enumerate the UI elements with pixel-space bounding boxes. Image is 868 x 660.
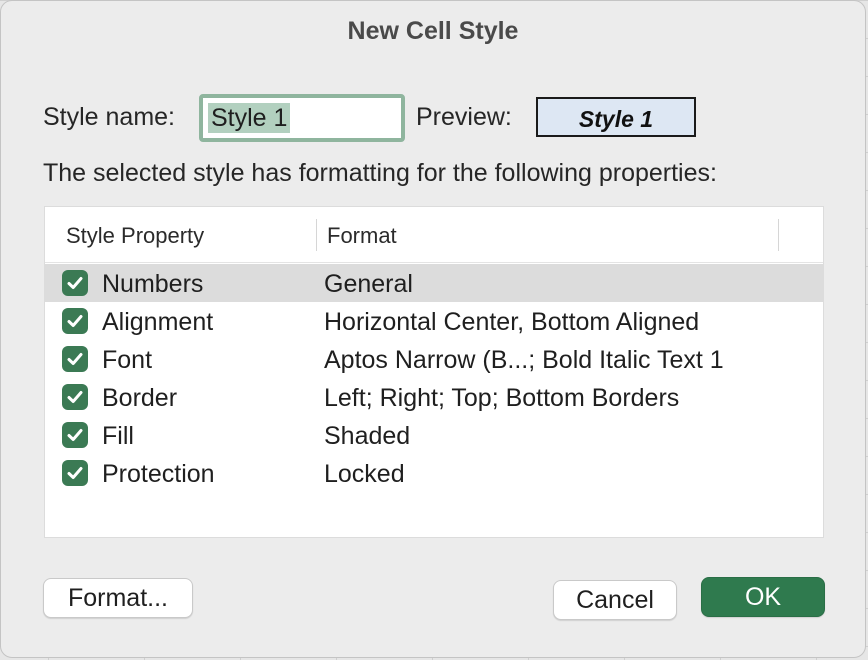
new-cell-style-dialog: New Cell Style Style name: Style 1 Previ… <box>0 0 866 658</box>
property-name: Numbers <box>102 270 204 298</box>
property-name: Font <box>102 346 153 374</box>
checkmark-icon <box>67 315 83 327</box>
property-name: Fill <box>102 422 134 450</box>
property-format: Locked <box>324 460 405 488</box>
style-name-value: Style 1 <box>208 103 291 133</box>
property-checkbox[interactable] <box>62 422 88 448</box>
style-name-input[interactable]: Style 1 <box>199 94 405 142</box>
property-checkbox[interactable] <box>62 308 88 334</box>
property-name: Protection <box>102 460 215 488</box>
style-preview-box: Style 1 <box>536 97 696 137</box>
property-format: Horizontal Center, Bottom Aligned <box>324 308 700 336</box>
property-checkbox[interactable] <box>62 346 88 372</box>
checkmark-icon <box>67 429 83 441</box>
table-row[interactable]: Protection Locked <box>45 454 823 492</box>
checkmark-icon <box>67 277 83 289</box>
table-row[interactable]: Border Left; Right; Top; Bottom Borders <box>45 378 823 416</box>
style-name-label: Style name: <box>43 103 176 131</box>
column-divider <box>778 219 779 251</box>
table-row[interactable]: Font Aptos Narrow (B...; Bold Italic Text… <box>45 340 823 378</box>
property-checkbox[interactable] <box>62 460 88 486</box>
ok-button[interactable]: OK <box>701 577 825 617</box>
checkmark-icon <box>67 391 83 403</box>
properties-description: The selected style has formatting for th… <box>43 159 717 187</box>
property-format: General <box>324 270 413 298</box>
property-name: Border <box>102 384 178 412</box>
style-properties-table: Style Property Format Numbers General Alig… <box>44 206 824 538</box>
table-row[interactable]: Alignment Horizontal Center, Bottom Align… <box>45 302 823 340</box>
table-row[interactable]: Fill Shaded <box>45 416 823 454</box>
style-preview-text: Style 1 <box>578 106 654 132</box>
checkmark-icon <box>67 467 83 479</box>
property-format: Shaded <box>324 422 411 450</box>
format-button[interactable]: Format... <box>43 578 193 618</box>
checkmark-icon <box>67 353 83 365</box>
preview-label: Preview: <box>416 103 512 131</box>
cancel-button[interactable]: Cancel <box>553 580 677 620</box>
property-name: Alignment <box>102 308 214 336</box>
property-checkbox[interactable] <box>62 270 88 296</box>
column-header-style-property[interactable]: Style Property <box>66 207 204 263</box>
property-format: Left; Right; Top; Bottom Borders <box>324 384 680 412</box>
property-checkbox[interactable] <box>62 384 88 410</box>
dialog-title: New Cell Style <box>347 17 519 45</box>
table-header: Style Property Format <box>45 207 823 263</box>
column-divider <box>316 219 317 251</box>
property-format: Aptos Narrow (B...; Bold Italic Text 1 <box>324 346 724 374</box>
column-header-format[interactable]: Format <box>327 207 397 263</box>
table-row[interactable]: Numbers General <box>45 264 823 302</box>
